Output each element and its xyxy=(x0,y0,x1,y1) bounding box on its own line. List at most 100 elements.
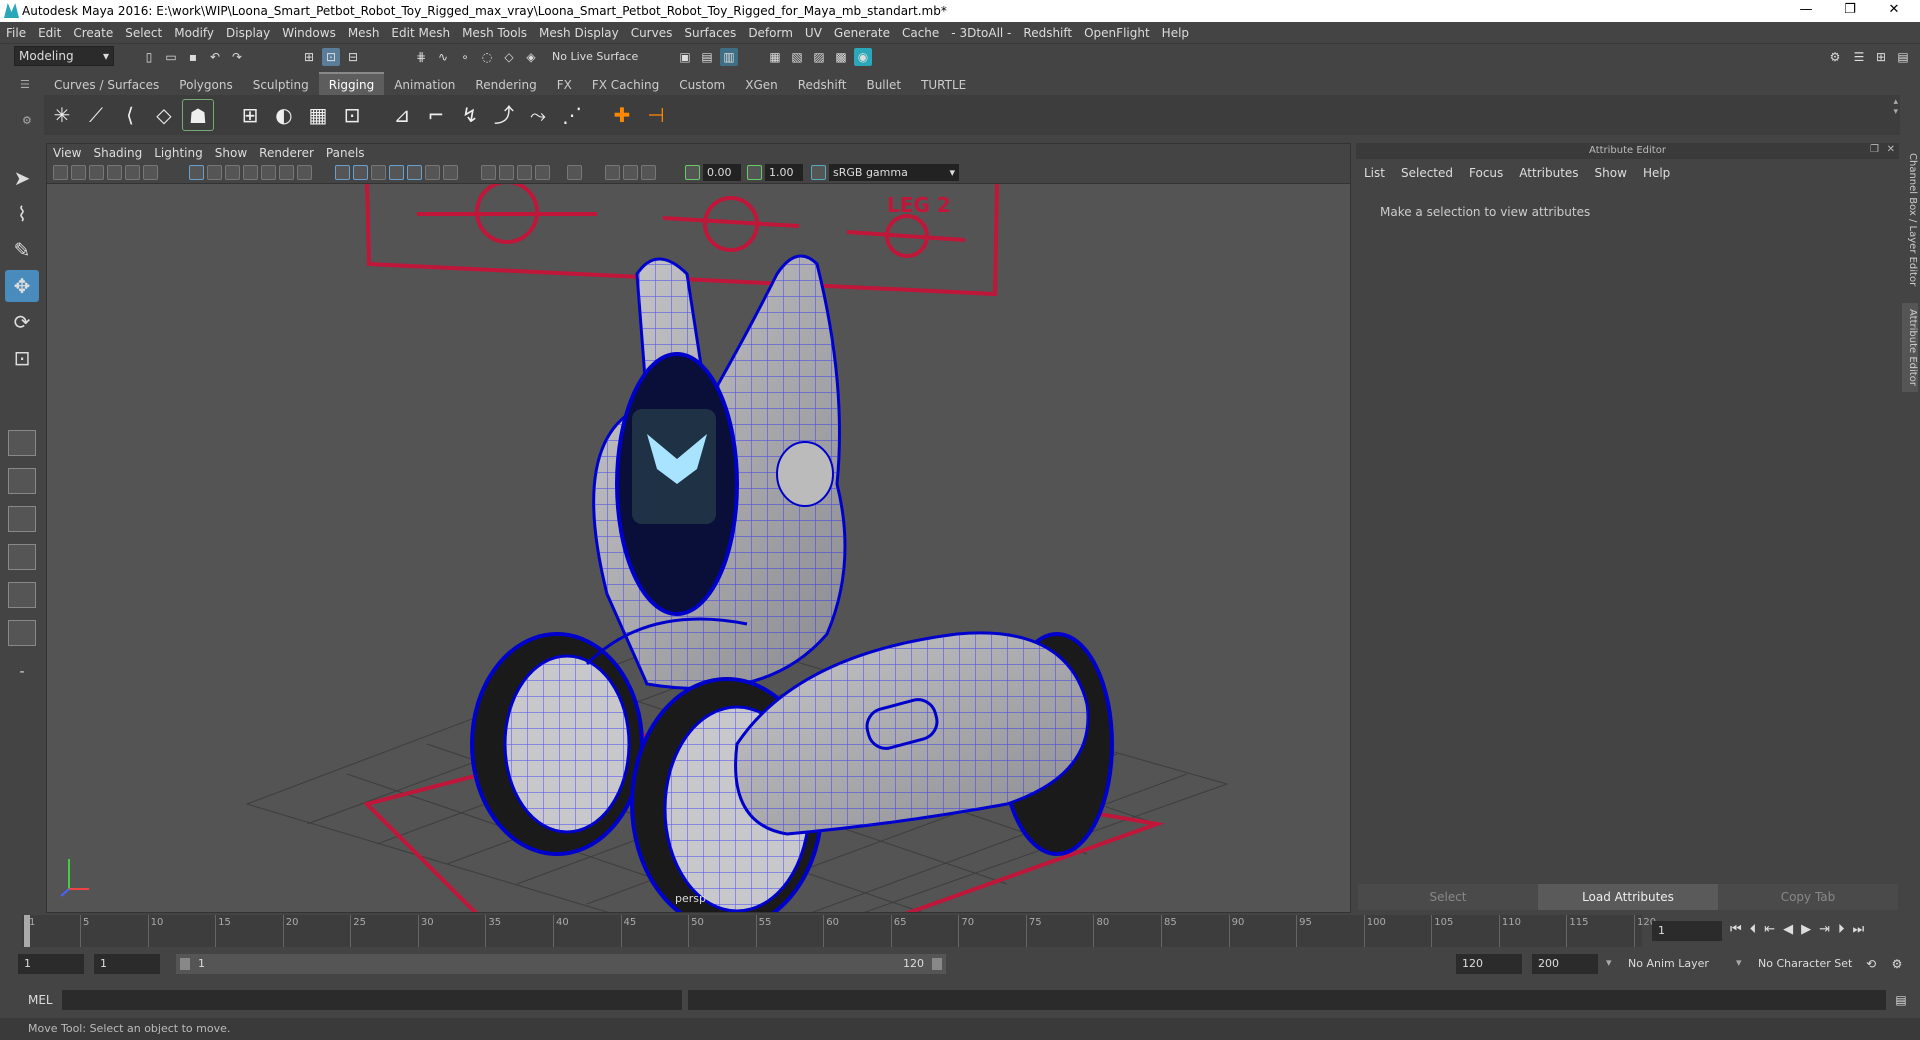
go-to-end-icon[interactable]: ⏭ xyxy=(1853,922,1873,937)
humanik-icon[interactable]: ☗ xyxy=(182,99,214,131)
range-end-handle[interactable] xyxy=(932,958,942,970)
attr-menu-list[interactable]: List xyxy=(1356,163,1393,183)
tab-fx-caching[interactable]: FX Caching xyxy=(582,74,669,96)
render-frame-icon[interactable]: ▧ xyxy=(788,48,806,66)
command-language-label[interactable]: MEL xyxy=(28,993,53,1007)
grease-pencil-icon[interactable] xyxy=(143,165,158,180)
viewport-menu-view[interactable]: View xyxy=(47,144,87,162)
two-d-pan-zoom-icon[interactable] xyxy=(125,165,140,180)
play-backwards-icon[interactable]: ◀ xyxy=(1783,922,1801,937)
menu-mesh-tools[interactable]: Mesh Tools xyxy=(456,22,533,44)
lattice-icon[interactable]: ▦ xyxy=(302,99,334,131)
select-camera-icon[interactable] xyxy=(53,165,68,180)
tab-custom[interactable]: Custom xyxy=(669,74,735,96)
menu-edit[interactable]: Edit xyxy=(32,22,67,44)
tab-turtle[interactable]: TURTLE xyxy=(911,74,976,96)
menu-uv[interactable]: UV xyxy=(799,22,828,44)
tab-bullet[interactable]: Bullet xyxy=(856,74,911,96)
render-view-icon[interactable]: ▦ xyxy=(766,48,784,66)
chevron-down-icon[interactable]: ▾ xyxy=(1606,956,1612,969)
render-settings-icon[interactable]: ▩ xyxy=(832,48,850,66)
rotate-tool-icon[interactable]: ⟳ xyxy=(5,306,39,338)
redo-icon[interactable]: ↷ xyxy=(228,48,246,66)
maximize-button[interactable]: ❐ xyxy=(1830,2,1870,20)
field-chart-icon[interactable] xyxy=(261,165,276,180)
safe-action-icon[interactable] xyxy=(279,165,294,180)
menu-windows[interactable]: Windows xyxy=(276,22,342,44)
menu-help[interactable]: Help xyxy=(1156,22,1195,44)
attribute-editor-tab[interactable]: Attribute Editor xyxy=(1902,303,1918,392)
lasso-tool-icon[interactable]: ⌇ xyxy=(5,198,39,230)
wireframe-on-shaded-icon[interactable] xyxy=(389,165,404,180)
snap-view-plane-icon[interactable]: ◇ xyxy=(500,48,518,66)
depth-of-field-icon[interactable] xyxy=(535,165,550,180)
chevron-down-icon[interactable]: ▾ xyxy=(1736,956,1742,969)
viewport-menu-panels[interactable]: Panels xyxy=(320,144,371,162)
resolution-gate-icon[interactable] xyxy=(225,165,240,180)
menu-redshift[interactable]: Redshift xyxy=(1017,22,1078,44)
mirror-joint-icon[interactable]: ⌐ xyxy=(420,99,452,131)
viewport-menu-shading[interactable]: Shading xyxy=(87,144,148,162)
step-back-key-icon[interactable]: ⇤ xyxy=(1764,922,1783,937)
select-button[interactable]: Select xyxy=(1358,884,1538,910)
range-slider[interactable]: 1 120 xyxy=(176,954,946,974)
select-tool-icon[interactable]: ➤ xyxy=(5,162,39,194)
menu-file[interactable]: File xyxy=(0,22,32,44)
safe-title-icon[interactable] xyxy=(297,165,312,180)
snap-projected-icon[interactable]: ◌ xyxy=(478,48,496,66)
select-hierarchy-icon[interactable]: ⊞ xyxy=(300,48,318,66)
xray-active-components-icon[interactable] xyxy=(623,165,638,180)
shelf-menu-icon[interactable]: ☰ xyxy=(20,78,30,91)
attr-menu-focus[interactable]: Focus xyxy=(1461,163,1511,183)
save-scene-icon[interactable]: ▪ xyxy=(184,48,202,66)
bookmark-icon[interactable] xyxy=(89,165,104,180)
multisample-aa-icon[interactable] xyxy=(517,165,532,180)
close-panel-icon[interactable]: ✕ xyxy=(1887,144,1895,155)
isolate-select-icon[interactable] xyxy=(567,165,582,180)
joint-tool-icon[interactable]: ✳ xyxy=(46,99,78,131)
insert-joint-icon[interactable]: ◇ xyxy=(148,99,180,131)
range-start-handle[interactable] xyxy=(180,958,190,970)
mode-selector[interactable]: Modeling ▾ xyxy=(14,46,114,66)
menu-select[interactable]: Select xyxy=(119,22,168,44)
select-component-icon[interactable]: ⊟ xyxy=(344,48,362,66)
tab-xgen[interactable]: XGen xyxy=(735,74,788,96)
gamma-icon[interactable] xyxy=(747,165,762,180)
scale-tool-icon[interactable]: ⊡ xyxy=(5,342,39,374)
new-scene-icon[interactable]: ▯ xyxy=(140,48,158,66)
exposure-icon[interactable] xyxy=(685,165,700,180)
tab-rigging[interactable]: Rigging xyxy=(318,72,385,96)
paint-select-tool-icon[interactable]: ✎ xyxy=(5,234,39,266)
menu-mesh[interactable]: Mesh xyxy=(342,22,386,44)
script-editor-icon[interactable]: ▤ xyxy=(1892,991,1910,1009)
use-all-lights-icon[interactable] xyxy=(425,165,440,180)
playback-start-field[interactable]: 1 xyxy=(94,954,160,974)
construction-history-icon[interactable]: ▤ xyxy=(698,48,716,66)
cluster-icon[interactable]: ⊡ xyxy=(336,99,368,131)
persp-hypershade-layout-icon[interactable] xyxy=(8,582,36,608)
snap-curve-icon[interactable]: ∿ xyxy=(434,48,452,66)
menu-3dtoall[interactable]: - 3DtoAll - xyxy=(945,22,1017,44)
nonlinear-deformer-icon[interactable]: ⋰ xyxy=(556,99,588,131)
hypershade-icon[interactable]: ◉ xyxy=(854,48,872,66)
load-attributes-button[interactable]: Load Attributes xyxy=(1538,884,1718,910)
viewport-menu-show[interactable]: Show xyxy=(209,144,253,162)
four-view-layout-icon[interactable] xyxy=(8,468,36,494)
play-forwards-icon[interactable]: ▶ xyxy=(1801,922,1819,937)
menu-create[interactable]: Create xyxy=(67,22,119,44)
animation-preferences-icon[interactable]: ⚙ xyxy=(1888,955,1906,973)
shadows-icon[interactable] xyxy=(443,165,458,180)
channel-box-toggle-icon[interactable]: ▤ xyxy=(1894,48,1912,66)
end-time-field[interactable]: 200 xyxy=(1532,954,1598,974)
menu-mesh-display[interactable]: Mesh Display xyxy=(533,22,625,44)
orient-joint-icon[interactable]: ↯ xyxy=(454,99,486,131)
attr-menu-show[interactable]: Show xyxy=(1587,163,1635,183)
copy-tab-button[interactable]: Copy Tab xyxy=(1718,884,1898,910)
snap-point-icon[interactable]: ∘ xyxy=(456,48,474,66)
viewport-menu-renderer[interactable]: Renderer xyxy=(253,144,320,162)
make-live-icon[interactable]: ◈ xyxy=(522,48,540,66)
menu-deform[interactable]: Deform xyxy=(742,22,799,44)
menu-cache[interactable]: Cache xyxy=(896,22,945,44)
move-tool-icon[interactable]: ✥ xyxy=(5,270,39,302)
motion-blur-icon[interactable] xyxy=(499,165,514,180)
